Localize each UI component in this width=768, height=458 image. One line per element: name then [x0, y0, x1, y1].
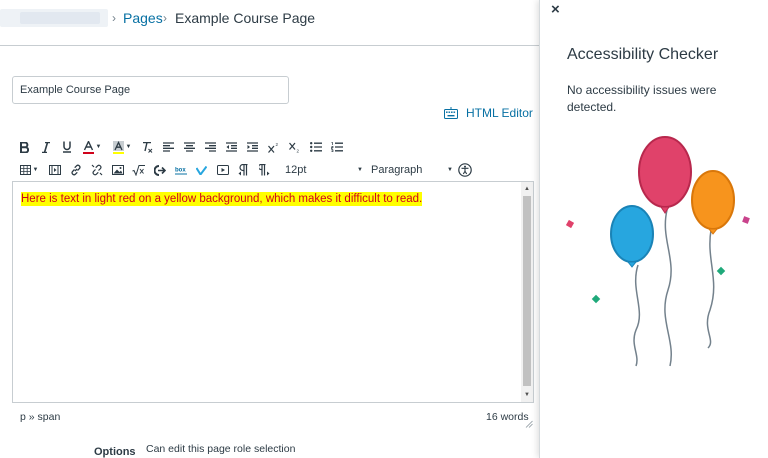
scroll-up-arrow-icon[interactable]: ▲ [523, 184, 531, 194]
breadcrumb-separator: › [112, 11, 116, 25]
video-button[interactable] [212, 160, 233, 180]
subscript-icon: 2 [288, 142, 299, 153]
background-color-icon [112, 140, 124, 154]
keyboard-icon [444, 107, 458, 119]
underline-icon [62, 141, 71, 153]
image-icon [111, 165, 124, 175]
table-button[interactable]: ▼ [14, 160, 44, 180]
align-right-button[interactable] [200, 137, 221, 157]
paragraph-format-value: Paragraph [371, 164, 423, 176]
insert-link-button[interactable] [65, 160, 86, 180]
video-icon [216, 165, 229, 175]
breadcrumb-current-page: Example Course Page [175, 10, 316, 26]
element-path[interactable]: p » span [20, 411, 60, 423]
editor-highlighted-text[interactable]: Here is text in light red on a yellow ba… [21, 192, 423, 206]
superscript-icon: 2 [267, 142, 278, 153]
underline-button[interactable] [56, 137, 77, 157]
embed-button[interactable] [149, 160, 170, 180]
html-editor-label: HTML Editor [466, 106, 533, 120]
rich-content-editor[interactable]: Here is text in light red on a yellow ba… [12, 181, 534, 403]
box-icon: box [174, 168, 187, 175]
clear-formatting-icon [143, 141, 153, 153]
paragraph-format-select[interactable]: Paragraph ▼ [367, 160, 453, 180]
embed-arrow-icon [153, 164, 166, 176]
chevron-down-icon: ▼ [357, 167, 363, 173]
text-color-button[interactable]: ▼ [77, 137, 107, 157]
close-icon[interactable]: × [551, 1, 560, 18]
svg-text:box: box [175, 168, 186, 174]
page-title-input[interactable] [12, 76, 289, 104]
text-color-icon [82, 140, 94, 154]
paragraph-rtl-icon [259, 164, 270, 176]
indent-icon [247, 142, 258, 152]
scroll-down-arrow-icon[interactable]: ▼ [523, 390, 531, 400]
superscript-button[interactable]: 2 [263, 137, 284, 157]
bold-button[interactable] [14, 137, 35, 157]
outdent-icon [226, 142, 237, 152]
accessibility-checker-button[interactable] [453, 160, 477, 180]
italic-button[interactable] [35, 137, 56, 157]
options-label: Options [94, 446, 136, 458]
bold-icon [20, 141, 29, 153]
vimeo-icon [196, 165, 207, 175]
options-role-selection[interactable]: Can edit this page role selection [146, 443, 295, 455]
subscript-button[interactable]: 2 [284, 137, 305, 157]
paragraph-ltr-icon [238, 164, 248, 176]
remove-link-button[interactable] [86, 160, 107, 180]
unlink-icon [91, 164, 102, 176]
breadcrumb-pages-link[interactable]: Pages [123, 10, 163, 26]
box-button[interactable]: box [170, 160, 191, 180]
vimeo-button[interactable] [191, 160, 212, 180]
outdent-button[interactable] [221, 137, 242, 157]
panel-title: Accessibility Checker [567, 46, 719, 63]
clear-formatting-button[interactable] [137, 137, 158, 157]
chevron-down-icon: ▼ [32, 167, 39, 173]
numbered-list-button[interactable] [326, 137, 347, 157]
media-button[interactable] [44, 160, 65, 180]
no-issues-message: No accessibility issues were detected. [567, 83, 717, 114]
film-icon [48, 165, 61, 175]
link-icon [70, 164, 81, 176]
font-size-select[interactable]: 12pt ▼ [281, 160, 363, 180]
chevron-down-icon: ▼ [95, 144, 102, 150]
svg-text:2: 2 [275, 142, 278, 147]
accessibility-icon [458, 163, 472, 177]
equation-button[interactable] [128, 160, 149, 180]
italic-icon [41, 141, 50, 153]
accessibility-checker-panel: × Accessibility Checker No accessibility… [539, 0, 768, 458]
align-right-icon [205, 142, 216, 152]
align-left-button[interactable] [158, 137, 179, 157]
align-left-icon [163, 142, 174, 152]
square-root-icon [132, 164, 145, 176]
insert-toolbar: ▼ box 12pt ▼ Paragraph ▼ [14, 160, 477, 180]
breadcrumb-separator: › [163, 11, 167, 25]
resize-grip-icon[interactable] [525, 420, 533, 428]
table-icon [19, 165, 31, 175]
align-center-icon [184, 142, 195, 152]
bullet-list-button[interactable] [305, 137, 326, 157]
align-center-button[interactable] [179, 137, 200, 157]
chevron-down-icon: ▼ [125, 144, 132, 150]
rtl-direction-button[interactable] [254, 160, 275, 180]
html-editor-link[interactable]: HTML Editor [444, 104, 533, 122]
numbered-list-icon [330, 142, 343, 152]
formatting-toolbar: ▼ ▼ 2 2 [14, 137, 347, 157]
ltr-direction-button[interactable] [233, 160, 254, 180]
bullet-list-icon [309, 142, 322, 152]
breadcrumb: › Pages › Example Course Page [0, 0, 540, 46]
indent-button[interactable] [242, 137, 263, 157]
insert-image-button[interactable] [107, 160, 128, 180]
scroll-thumb[interactable] [523, 196, 531, 386]
course-name-redacted[interactable] [0, 9, 108, 27]
font-size-value: 12pt [285, 164, 307, 176]
svg-text:2: 2 [296, 148, 299, 153]
word-count: 16 words [486, 411, 529, 423]
editor-scrollbar[interactable]: ▲ ▼ [521, 182, 533, 402]
background-color-button[interactable]: ▼ [107, 137, 137, 157]
balloons-illustration [565, 136, 750, 367]
